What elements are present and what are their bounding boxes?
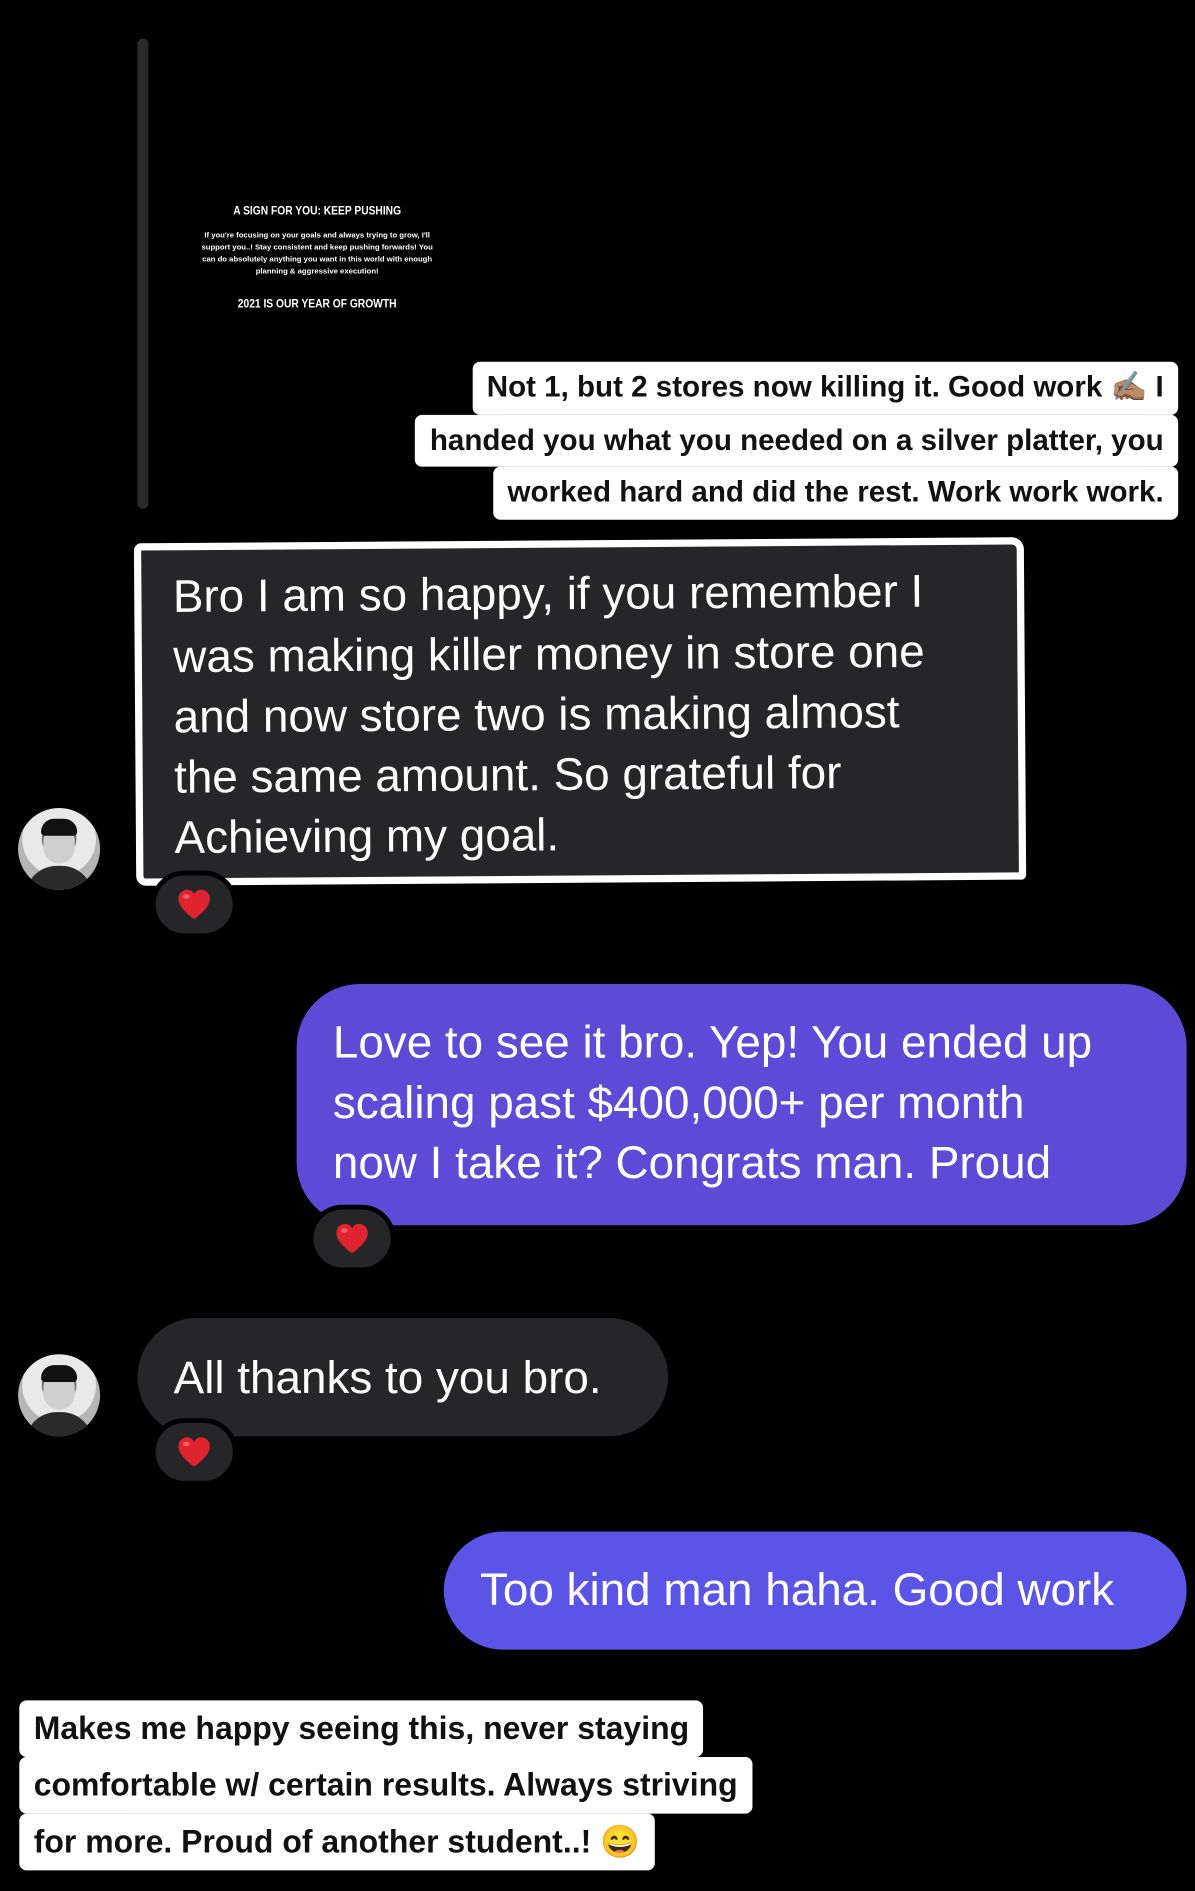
reaction-badge[interactable]: [150, 1418, 238, 1486]
message-text: Bro I am so happy, if you remember I was…: [172, 566, 925, 864]
message-text: Too kind man haha. Good work: [479, 1565, 1115, 1616]
dm-thread: A SIGN FOR YOU: KEEP PUSHING If you're f…: [0, 0, 1195, 1891]
caption-sticker-bottom: Makes me happy seeing this, never stayin…: [19, 1700, 753, 1871]
message-bubble-outgoing[interactable]: Too kind man haha. Good work: [443, 1531, 1187, 1650]
caption-line: worked hard and did the rest. Work work …: [493, 466, 1179, 520]
heart-icon: [178, 1437, 210, 1467]
caption-sticker-top: Not 1, but 2 stores now killing it. Good…: [415, 361, 1179, 520]
reaction-badge[interactable]: [308, 1204, 396, 1273]
reaction-badge[interactable]: [150, 870, 238, 939]
story-footer: 2021 IS OUR YEAR OF GROWTH: [237, 297, 397, 311]
heart-icon: [336, 1223, 368, 1254]
message-bubble-incoming[interactable]: Bro I am so happy, if you remember I was…: [133, 537, 1027, 886]
caption-line: handed you what you needed on a silver p…: [415, 414, 1179, 467]
story-body: If you're focusing on your goals and alw…: [201, 231, 433, 276]
message-text: Love to see it bro. Yep! You ended up sc…: [332, 1017, 1093, 1190]
message-bubble-incoming[interactable]: All thanks to you bro.: [137, 1318, 669, 1437]
caption-line: Not 1, but 2 stores now killing it. Good…: [472, 361, 1179, 415]
story-preview[interactable]: A SIGN FOR YOU: KEEP PUSHING If you're f…: [181, 205, 454, 311]
story-reply-bar: [137, 38, 149, 509]
message-bubble-outgoing[interactable]: Love to see it bro. Yep! You ended up sc…: [296, 984, 1187, 1226]
caption-line: comfortable w/ certain results. Always s…: [19, 1756, 753, 1814]
caption-line: for more. Proud of another student..! 😄: [19, 1813, 655, 1871]
user-avatar[interactable]: [18, 1354, 101, 1437]
message-text: All thanks to you bro.: [173, 1353, 602, 1404]
heart-icon: [178, 889, 210, 920]
user-avatar[interactable]: [18, 807, 101, 890]
caption-line: Makes me happy seeing this, never stayin…: [19, 1700, 704, 1757]
story-title: A SIGN FOR YOU: KEEP PUSHING: [233, 205, 402, 219]
